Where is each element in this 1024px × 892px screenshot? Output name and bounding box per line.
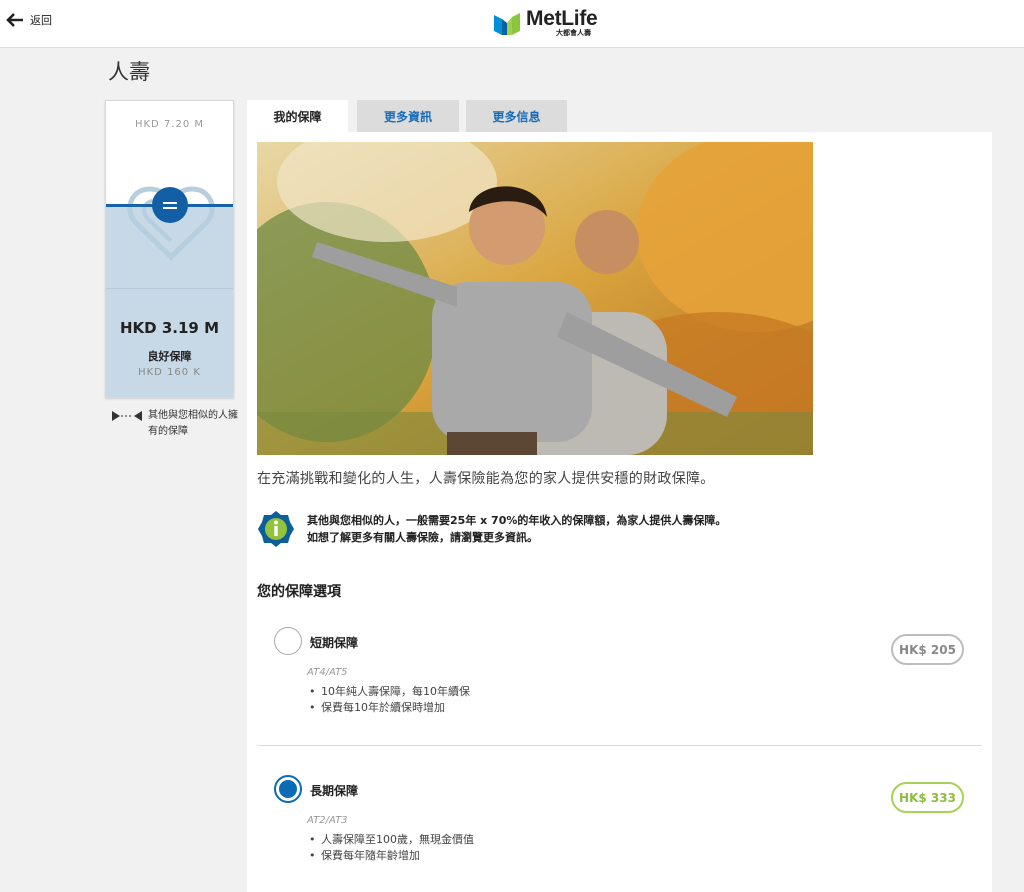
gauge-slider-handle[interactable] — [152, 187, 188, 223]
option-name: 短期保障 — [310, 636, 359, 650]
logo-name: MetLife — [526, 7, 598, 30]
option-bullets: 10年純人壽保障，每10年續保 保費每10年於續保時增加 — [309, 684, 470, 716]
option-radio-long-term[interactable] — [274, 775, 302, 803]
option-price-badge[interactable]: HK$ 205 — [891, 634, 964, 665]
option-bullets: 人壽保障至100歲，無現金價值 保費每年隨年齡增加 — [309, 832, 474, 864]
option-short-term[interactable]: 短期保障 AT4/AT5 10年純人壽保障，每10年續保 保費每10年於續保時增… — [257, 624, 982, 746]
tab-more-info[interactable]: 更多資訊 — [357, 100, 459, 133]
father-son-image — [257, 142, 813, 455]
gauge-status-label: 良好保障 — [147, 350, 192, 363]
option-code: AT4/AT5 — [307, 667, 348, 678]
option-bullet: 保費每年隨年齡增加 — [309, 848, 474, 864]
info-line-1: 其他與您相似的人，一般需要25年 x 70%的年收入的保障額，為家人提供人壽保障… — [307, 514, 727, 527]
option-bullet: 10年純人壽保障，每10年續保 — [309, 684, 470, 700]
gauge-divider — [106, 288, 233, 289]
metlife-logo: MetLife 大都會人壽 — [494, 7, 598, 37]
tab-more-information[interactable]: 更多信息 — [466, 100, 567, 133]
range-marker-icon — [112, 411, 142, 421]
option-radio-short-term[interactable] — [274, 627, 302, 655]
intro-text: 在充滿挑戰和變化的人生，人壽保險能為您的家人提供安穩的財政保障。 — [257, 471, 715, 487]
info-line-2: 如想了解更多有關人壽保險，請瀏覽更多資訊。 — [307, 531, 538, 544]
option-long-term[interactable]: 長期保障 AT2/AT3 人壽保障至100歲，無現金價值 保費每年隨年齡增加 H… — [257, 772, 982, 892]
back-label: 返回 — [30, 14, 52, 27]
option-code: AT2/AT3 — [307, 815, 348, 826]
option-bullet: 保費每10年於續保時增加 — [309, 700, 470, 716]
gauge-max-label: HKD 7.20 M — [134, 119, 205, 130]
option-price-badge[interactable]: HK$ 333 — [891, 782, 964, 813]
info-badge-icon — [258, 511, 294, 547]
gauge-min-label: HKD 160 K — [138, 367, 201, 378]
logo-subtitle: 大都會人壽 — [556, 29, 591, 37]
top-bar: 返回 MetLife 大都會人壽 — [0, 0, 1024, 48]
back-button[interactable]: 返回 — [6, 12, 52, 28]
gauge-current-value: HKD 3.19 M — [119, 319, 219, 337]
option-bullet: 人壽保障至100歲，無現金價值 — [309, 832, 474, 848]
legend-text: 其他與您相似的人擁有的保障 — [148, 410, 238, 437]
tab-my-coverage[interactable]: 我的保障 — [247, 100, 348, 133]
page-title: 人壽 — [108, 60, 150, 84]
metlife-logo-icon — [494, 12, 520, 35]
options-title: 您的保障選項 — [257, 584, 341, 600]
option-name: 長期保障 — [310, 784, 359, 798]
gauge-legend: 其他與您相似的人擁有的保障 — [112, 408, 244, 440]
family-photo — [257, 142, 813, 455]
arrow-left-icon — [6, 13, 23, 27]
content-panel: 在充滿挑戰和變化的人生，人壽保險能為您的家人提供安穩的財政保障。 其他與您相似的… — [247, 132, 992, 892]
info-box: 其他與您相似的人，一般需要25年 x 70%的年收入的保障額，為家人提供人壽保障… — [257, 510, 726, 548]
coverage-gauge: HKD 7.20 M HKD 3.19 M 良好保障 HKD 160 K — [105, 100, 234, 398]
